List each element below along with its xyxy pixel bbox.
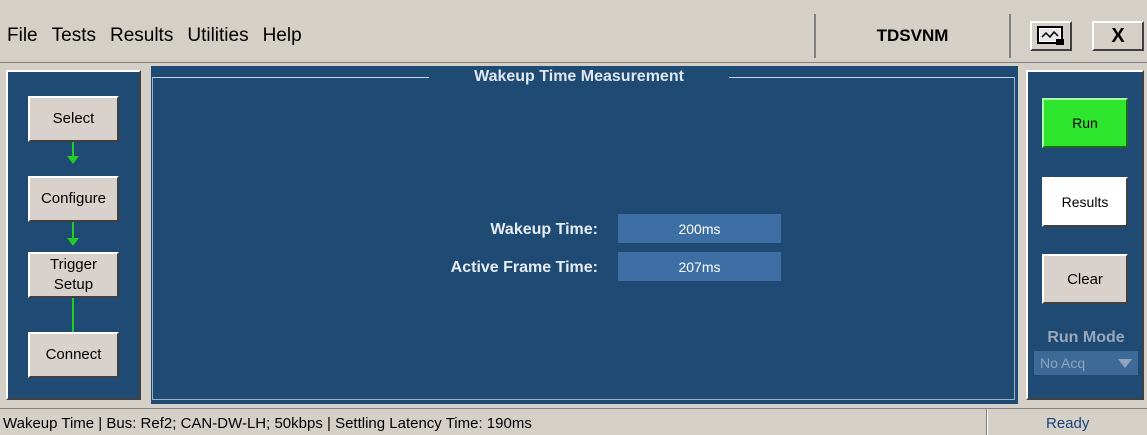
status-divider <box>986 409 988 435</box>
run-button[interactable]: Run <box>1042 98 1128 148</box>
trigger-setup-label: Trigger Setup <box>50 256 97 293</box>
right-control-panel: Run Results Clear Run Mode No Acq <box>1021 66 1147 404</box>
menu-results[interactable]: Results <box>110 25 173 47</box>
active-frame-time-label: Active Frame Time: <box>450 259 598 276</box>
minimize-window-icon <box>1037 26 1064 45</box>
select-button[interactable]: Select <box>28 96 119 142</box>
menu-tests[interactable]: Tests <box>52 25 96 47</box>
app-title: TDSVNM <box>814 14 1011 58</box>
status-bar: Wakeup Time | Bus: Ref2; CAN-DW-LH; 50kb… <box>0 408 1147 435</box>
active-frame-time-value: 207ms <box>618 252 781 281</box>
left-flow-inner: Select Configure Trigger Setup Connect <box>6 70 141 400</box>
clear-button[interactable]: Clear <box>1042 254 1128 304</box>
menu-utilities[interactable]: Utilities <box>187 25 248 47</box>
measurement-panel: Wakeup Time Measurement Wakeup Time: 200… <box>151 66 1018 404</box>
flow-arrow-icon <box>67 142 79 166</box>
left-flow-panel: Select Configure Trigger Setup Connect <box>0 66 148 404</box>
run-mode-value: No Acq <box>1040 355 1086 371</box>
chevron-down-icon <box>1118 359 1132 368</box>
flow-arrow-icon <box>67 222 79 248</box>
run-mode-label: Run Mode <box>1047 329 1125 346</box>
status-text: Wakeup Time | Bus: Ref2; CAN-DW-LH; 50kb… <box>3 415 532 432</box>
connect-button[interactable]: Connect <box>28 332 119 378</box>
wakeup-time-label: Wakeup Time: <box>490 221 598 238</box>
menu-file[interactable]: File <box>7 25 38 47</box>
flow-connector-line <box>72 298 76 332</box>
configure-button[interactable]: Configure <box>28 176 119 222</box>
trigger-setup-button[interactable]: Trigger Setup <box>28 252 119 298</box>
status-state: Ready <box>1046 415 1090 432</box>
menu-bar: File Tests Results Utilities Help TDSVNM… <box>0 0 1147 63</box>
wakeup-time-value: 200ms <box>618 214 781 243</box>
close-button[interactable]: X <box>1092 21 1144 51</box>
menu-help[interactable]: Help <box>263 25 302 47</box>
results-button[interactable]: Results <box>1042 177 1128 227</box>
run-mode-select[interactable]: No Acq <box>1034 351 1138 375</box>
right-control-inner: Run Results Clear Run Mode No Acq <box>1026 70 1144 400</box>
menu-items: File Tests Results Utilities Help <box>0 14 308 58</box>
panel-title: Wakeup Time Measurement <box>429 66 729 88</box>
minimize-button[interactable] <box>1030 21 1072 51</box>
